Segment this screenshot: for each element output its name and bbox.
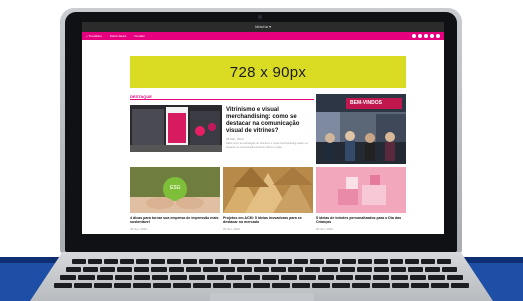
webcam-icon	[258, 15, 262, 19]
laptop-screen: Idfacha ▾ + TrendHire Sobre fatura Conta…	[82, 22, 444, 234]
article-thumbnail-esg[interactable]: ESG	[130, 167, 220, 213]
section-divider	[130, 99, 314, 100]
facebook-icon[interactable]	[412, 34, 416, 38]
linkedin-icon[interactable]	[430, 34, 434, 38]
article-thumbnail-gifts[interactable]	[316, 167, 406, 213]
article-thumbnail-acm[interactable]	[223, 167, 313, 213]
social-icons	[412, 34, 440, 38]
featured-excerpt: Saiba como as estratégias de vitrinismo …	[226, 142, 308, 149]
article-title-2[interactable]: Projetos em ACM: 5 ideias inovadoras par…	[223, 216, 313, 224]
article-thumbnail-esg-text: ESG	[170, 185, 181, 191]
article-title-1[interactable]: 4 dicas para tornar sua empresa de impre…	[130, 216, 220, 224]
nav-link-about[interactable]: Sobre fatura	[110, 32, 127, 40]
article-title-3[interactable]: 5 ideias de brindes personalizados para …	[316, 216, 406, 224]
featured-date: 08 Mar, 2022	[226, 137, 244, 141]
event-sign-text: BEM-VINDOS	[350, 100, 382, 106]
youtube-icon[interactable]	[424, 34, 428, 38]
keyboard-row	[72, 259, 451, 264]
article-date-1: 30 Set, 2022	[130, 227, 148, 231]
instagram-icon[interactable]	[418, 34, 422, 38]
keyboard-row	[60, 275, 463, 280]
browser-title-bar: Idfacha ▾	[82, 22, 444, 32]
keyboard-row	[54, 283, 470, 288]
article-date-3: 09 Set, 2022	[316, 227, 334, 231]
site-navbar: + TrendHire Sobre fatura Contato	[82, 32, 444, 40]
nav-link-home[interactable]: + TrendHire	[86, 32, 102, 40]
nav-link-contact[interactable]: Contato	[134, 32, 145, 40]
keyboard-row	[66, 267, 458, 272]
trackpad	[210, 293, 314, 301]
article-date-2: 09 Set, 2022	[223, 227, 241, 231]
rss-icon[interactable]	[436, 34, 440, 38]
ad-banner[interactable]: 728 x 90px	[130, 56, 406, 88]
ad-banner-label: 728 x 90px	[229, 63, 307, 81]
browser-title: Idfacha ▾	[254, 24, 272, 29]
featured-thumbnail[interactable]	[130, 105, 222, 152]
featured-title[interactable]: Vitrinismo e visual merchandising: como …	[226, 107, 310, 135]
event-thumbnail[interactable]: BEM-VINDOS	[316, 94, 406, 164]
